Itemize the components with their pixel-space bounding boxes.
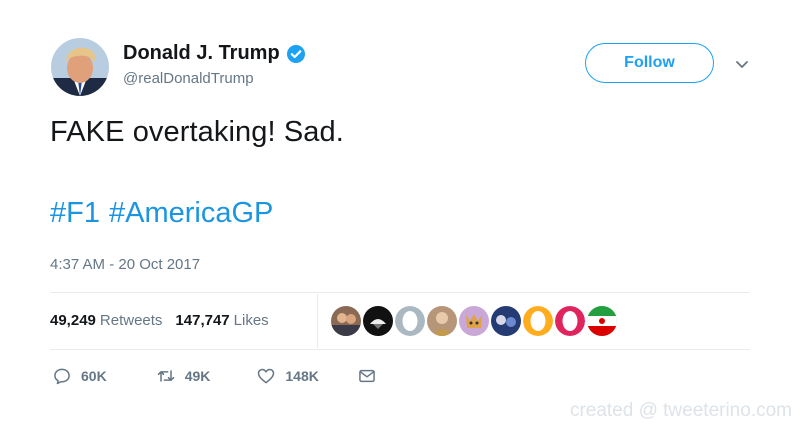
tweet-stats: 49,249 Retweets 147,747 Likes [50,312,282,329]
hashtag-link[interactable]: #F1 [50,197,100,230]
reply-icon [54,368,70,385]
envelope-icon [359,369,375,383]
retweet-button[interactable]: 49K [156,366,211,386]
reply-count: 60K [81,368,107,384]
reply-button[interactable]: 60K [52,366,107,386]
liker-avatars [331,306,617,336]
retweet-icon [157,370,174,382]
heart-icon [258,368,275,384]
hashtags: #F1 #AmericaGP [50,197,273,230]
watermark: created @ tweeterino.com [569,400,792,421]
user-handle[interactable]: @realDonaldTrump [123,70,254,87]
retweet-count: 49K [184,368,211,384]
tweet-timestamp[interactable]: 4:37 AM - 20 Oct 2017 [50,256,200,273]
liker-avatar[interactable] [555,306,585,336]
liker-avatar[interactable] [459,306,489,336]
chevron-down-icon[interactable] [734,56,750,72]
like-count: 148K [285,368,319,384]
like-button[interactable]: 148K [256,366,319,386]
likes-count: 147,747 [175,312,230,329]
liker-avatar[interactable] [395,306,425,336]
verified-badge-icon [286,44,306,64]
hashtag-link[interactable]: #AmericaGP [109,197,273,230]
tweet-actions: 60K 49K 148K [52,366,377,386]
divider [50,292,750,293]
likes-stat[interactable]: 147,747 Likes [175,312,268,329]
retweets-count: 49,249 [50,312,96,329]
divider [50,349,750,350]
direct-message-button[interactable] [357,366,377,386]
tweet-text: FAKE overtaking! Sad. [50,116,344,148]
retweets-stat[interactable]: 49,249 Retweets [50,312,162,329]
avatar[interactable] [51,38,109,96]
name-row: Donald J. Trump [123,42,306,65]
likes-label: Likes [233,312,269,329]
liker-avatar[interactable] [331,306,361,336]
display-name[interactable]: Donald J. Trump [123,42,280,65]
liker-avatar[interactable] [587,306,617,336]
stats-separator [317,294,318,348]
liker-avatar[interactable] [363,306,393,336]
liker-avatar[interactable] [523,306,553,336]
retweets-label: Retweets [99,312,163,329]
liker-avatar[interactable] [491,306,521,336]
follow-button[interactable]: Follow [585,43,714,83]
liker-avatar[interactable] [427,306,457,336]
